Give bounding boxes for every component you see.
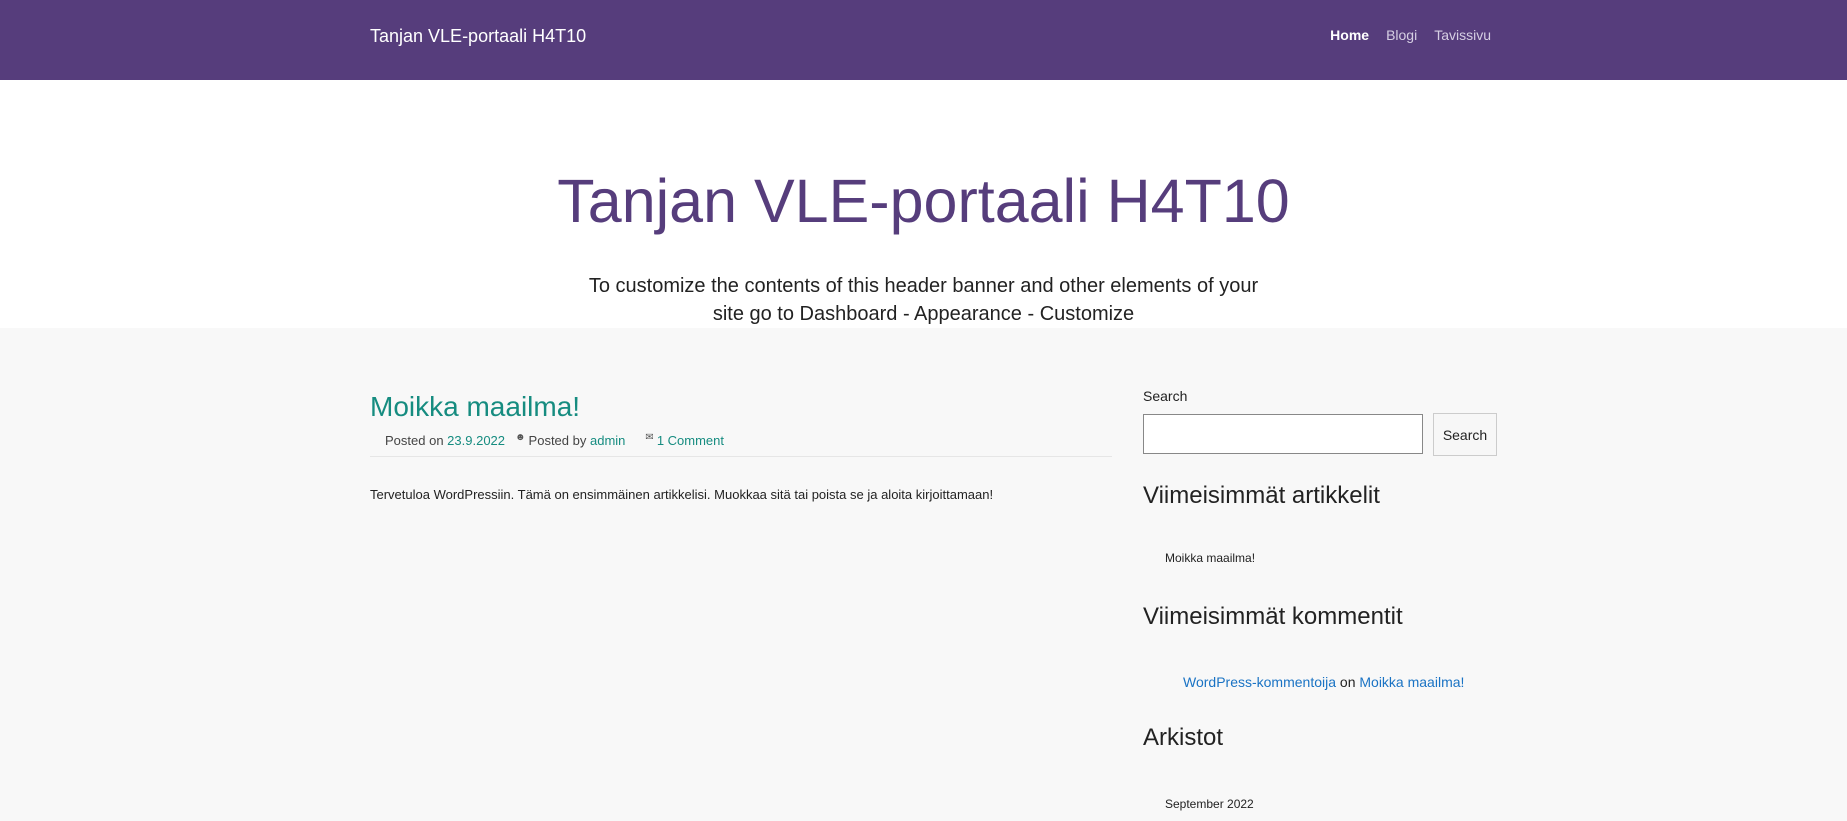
recent-post-link[interactable]: Moikka maailma!	[1165, 551, 1255, 565]
posted-on-label: Posted on	[385, 433, 444, 448]
post-meta: Posted on 23.9.2022 ☻ Posted by admin ✉ …	[370, 432, 1112, 457]
comment-on-text: on	[1339, 674, 1356, 690]
list-item: WordPress-kommentoija on Moikka maailma!	[1183, 674, 1503, 690]
search-label: Search	[1143, 388, 1188, 404]
comment-post-link[interactable]: Moikka maailma!	[1359, 674, 1464, 690]
banner-title: Tanjan VLE-portaali H4T10	[557, 167, 1290, 235]
list-item: September 2022	[1165, 797, 1503, 811]
post-excerpt: Tervetuloa WordPressiin. Tämä on ensimmä…	[370, 487, 994, 502]
comment-author-link[interactable]: WordPress-kommentoija	[1183, 674, 1336, 690]
archives-title: Arkistot	[1143, 724, 1224, 751]
recent-comments-widget: Viimeisimmät kommentit WordPress-komment…	[1143, 603, 1503, 691]
post-title: Moikka maailma!	[370, 393, 1112, 421]
banner-subtitle: To customize the contents of this header…	[588, 275, 1259, 325]
posted-by-label: Posted by	[528, 433, 587, 448]
site-brand-link[interactable]: Tanjan VLE-portaali H4T10	[370, 26, 586, 47]
recent-posts-title: Viimeisimmät artikkelit	[1143, 482, 1380, 509]
recent-comments-title: Viimeisimmät kommentit	[1143, 603, 1403, 630]
sidebar: Search Search Viimeisimmät artikkelit Mo…	[1143, 388, 1503, 811]
search-input[interactable]	[1143, 414, 1423, 454]
user-circle-icon: ☻	[515, 432, 526, 443]
header-banner: Tanjan VLE-portaali H4T10 To customize t…	[0, 80, 1847, 328]
archives-widget: Arkistot September 2022	[1143, 724, 1503, 812]
main-content: Moikka maailma! Posted on 23.9.2022 ☻ Po…	[0, 328, 1847, 821]
nav-item-tavissivu[interactable]: Tavissivu	[1434, 27, 1491, 43]
comments-icon: ✉	[645, 432, 654, 443]
top-navbar: Tanjan VLE-portaali H4T10 Home Blogi Tav…	[0, 0, 1847, 80]
recent-posts-widget: Viimeisimmät artikkelit Moikka maailma!	[1143, 482, 1503, 566]
search-button[interactable]: Search	[1433, 413, 1497, 456]
post-comments-link[interactable]: 1 Comment	[657, 433, 724, 448]
list-item: Moikka maailma!	[1165, 551, 1503, 565]
main-nav: Home Blogi Tavissivu	[1330, 27, 1491, 43]
blog-post: Moikka maailma! Posted on 23.9.2022 ☻ Po…	[370, 393, 1112, 515]
archive-link[interactable]: September 2022	[1165, 797, 1254, 811]
nav-item-blogi[interactable]: Blogi	[1386, 27, 1417, 43]
post-title-link[interactable]: Moikka maailma!	[370, 391, 580, 422]
search-widget: Search Search	[1143, 388, 1503, 456]
post-author-link[interactable]: admin	[590, 433, 625, 448]
nav-item-home[interactable]: Home	[1330, 27, 1369, 43]
post-date-link[interactable]: 23.9.2022	[447, 433, 505, 448]
